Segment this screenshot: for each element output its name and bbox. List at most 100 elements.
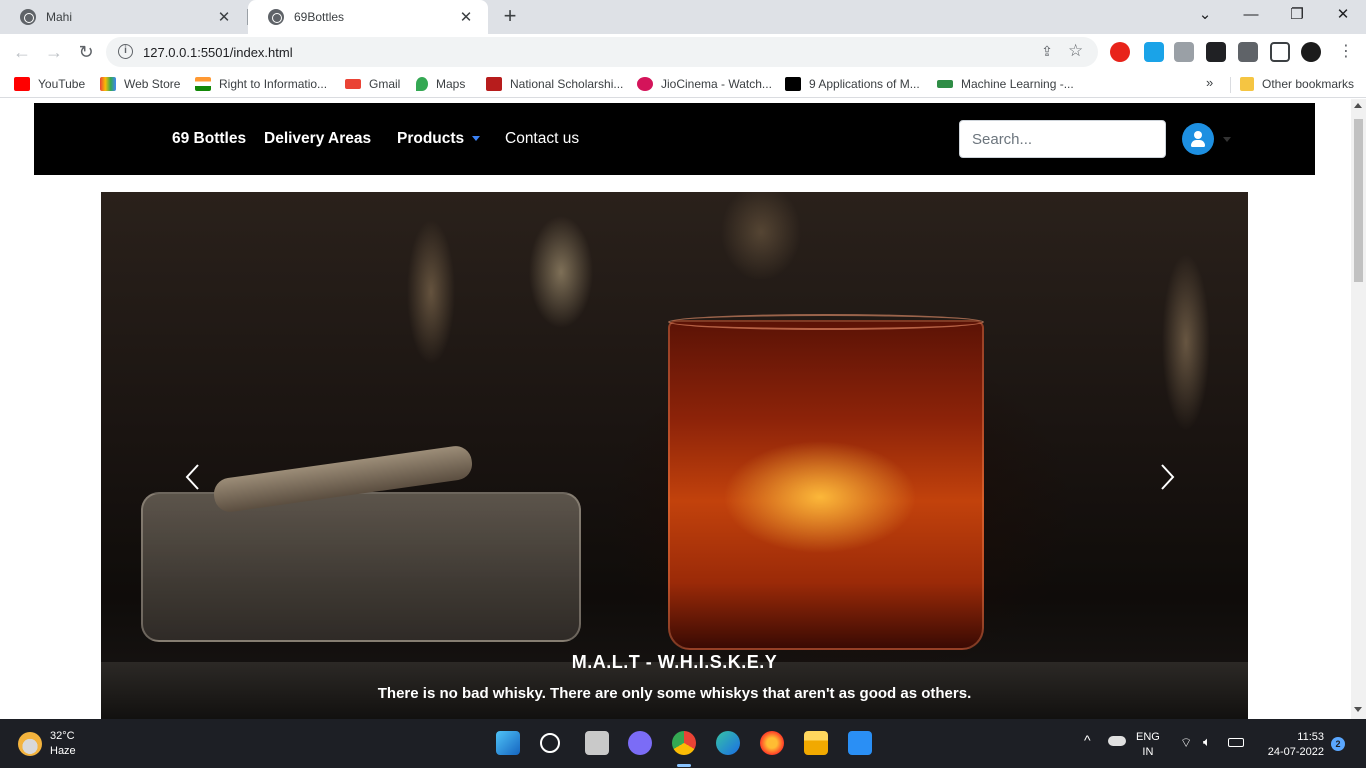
screenshot-extension-icon[interactable] — [1174, 42, 1194, 62]
weather-haze-icon — [18, 732, 42, 756]
weather-widget[interactable]: 32°C Haze — [18, 729, 76, 759]
translate-extension-icon[interactable] — [1144, 42, 1164, 62]
back-button[interactable]: ← — [10, 40, 34, 64]
tab-close-icon[interactable]: ✕ — [216, 8, 232, 26]
language-indicator[interactable]: ENG IN — [1136, 730, 1160, 760]
bookmark-machine-learning[interactable]: Machine Learning -... — [937, 75, 1074, 93]
bookmark-label: Machine Learning -... — [961, 77, 1074, 91]
bookmarks-separator — [1230, 77, 1231, 93]
other-bookmarks[interactable]: Other bookmarks — [1240, 75, 1354, 93]
clock-date: 24-07-2022 — [1267, 746, 1324, 758]
bookmark-national-scholarship[interactable]: National Scholarshi... — [486, 75, 623, 93]
user-menu-caret-icon[interactable] — [1223, 137, 1231, 142]
scroll-down-icon[interactable] — [1354, 707, 1362, 712]
bookmark-gmail[interactable]: Gmail — [345, 75, 400, 93]
carousel-image-whisky-glass — [668, 320, 984, 650]
caption-text: There is no bad whisky. There are only s… — [377, 685, 972, 702]
volume-icon[interactable]: 🔈︎ — [1203, 734, 1211, 749]
bookmark-label: Maps — [436, 77, 466, 91]
adblock-extension-icon[interactable] — [1110, 42, 1130, 62]
battery-icon[interactable] — [1228, 738, 1244, 747]
bookmark-jiocinema[interactable]: JioCinema - Watch... — [637, 75, 772, 93]
carousel-image-glass-rim — [668, 314, 984, 330]
teams-chat-icon[interactable] — [628, 731, 652, 755]
search-icon[interactable] — [540, 733, 560, 753]
globe-icon — [268, 9, 284, 25]
globe-icon — [20, 9, 36, 25]
puzzle-extensions-icon[interactable] — [1238, 42, 1258, 62]
bookmarks-bar: YouTube Web Store Right to Informatio...… — [0, 70, 1366, 98]
tab-title: 69Bottles — [294, 10, 345, 24]
site-info-icon[interactable]: i — [118, 44, 133, 59]
profile-avatar[interactable] — [1301, 42, 1321, 62]
tab-69bottles[interactable]: 69Bottles ✕ — [248, 0, 488, 34]
hero-carousel: M.A.L.T - W.H.I.S.K.E.Y There is no bad … — [101, 192, 1248, 719]
bookmark-star-icon[interactable]: ☆ — [1068, 41, 1083, 61]
tab-search-icon[interactable]: ⌄ — [1182, 0, 1228, 30]
page-viewport: 69 Bottles Delivery Areas Products Conta… — [0, 99, 1351, 719]
forward-button[interactable]: → — [42, 40, 66, 64]
task-view-icon[interactable] — [585, 731, 609, 755]
nav-contact-us[interactable]: Contact us — [505, 130, 579, 148]
restore-button[interactable]: ❐ — [1274, 0, 1320, 30]
brand-link[interactable]: 69 Bottles — [172, 130, 246, 148]
language-code: ENG — [1136, 731, 1160, 743]
medium-icon — [785, 77, 801, 91]
bookmark-youtube[interactable]: YouTube — [14, 75, 85, 93]
vscode-icon[interactable] — [848, 731, 872, 755]
clock[interactable]: 11:53 24-07-2022 — [1258, 730, 1324, 760]
nav-delivery-areas[interactable]: Delivery Areas — [264, 130, 371, 148]
india-flag-icon — [195, 77, 211, 91]
side-panel-icon[interactable] — [1270, 42, 1290, 62]
page-scrollbar[interactable] — [1351, 99, 1366, 719]
share-icon[interactable]: ⇪ — [1038, 43, 1056, 61]
url-text[interactable]: 127.0.0.1:5501/index.html — [143, 45, 293, 60]
chrome-icon[interactable] — [672, 731, 696, 755]
scrollbar-thumb[interactable] — [1354, 119, 1363, 282]
bookmark-label: JioCinema - Watch... — [661, 77, 772, 91]
bookmark-label: Right to Informatio... — [219, 77, 328, 91]
address-bar[interactable]: i 127.0.0.1:5501/index.html ⇪ ☆ — [106, 37, 1098, 67]
carousel-prev-icon[interactable] — [179, 462, 209, 492]
clock-time: 11:53 — [1297, 731, 1324, 743]
notification-badge[interactable]: 2 — [1331, 737, 1345, 751]
start-icon[interactable] — [496, 731, 520, 755]
scholarship-icon — [486, 77, 502, 91]
jiocinema-icon — [637, 77, 653, 91]
bookmark-label: Gmail — [369, 77, 401, 91]
folder-icon — [1240, 77, 1254, 91]
edge-icon[interactable] — [716, 731, 740, 755]
user-avatar-icon[interactable] — [1182, 123, 1214, 155]
caption-title: M.A.L.T - W.H.I.S.K.E.Y — [571, 652, 778, 672]
bookmark-rti[interactable]: Right to Informatio... — [195, 75, 327, 93]
tab-close-icon[interactable]: ✕ — [458, 8, 474, 26]
onedrive-cloud-icon[interactable] — [1108, 736, 1126, 746]
window-close-button[interactable]: ✕ — [1320, 0, 1366, 30]
bookmark-medium[interactable]: 9 Applications of M... — [785, 75, 920, 93]
weather-description: Haze — [50, 745, 76, 757]
bookmark-label: Web Store — [124, 77, 181, 91]
bookmark-label: Other bookmarks — [1262, 77, 1355, 91]
firefox-icon[interactable] — [760, 731, 784, 755]
carousel-next-icon[interactable] — [1151, 462, 1181, 492]
file-explorer-icon[interactable] — [804, 731, 828, 755]
scroll-up-icon[interactable] — [1354, 103, 1362, 108]
reload-button[interactable]: ↻ — [74, 40, 98, 64]
products-caret-icon[interactable] — [472, 136, 480, 141]
bookmark-maps[interactable]: Maps — [416, 75, 465, 93]
new-tab-button[interactable]: + — [498, 4, 522, 28]
kebab-menu-icon[interactable]: ⋮ — [1334, 40, 1358, 64]
bookmarks-overflow-button[interactable]: » — [1206, 75, 1213, 90]
tab-mahi[interactable]: Mahi ✕ — [0, 0, 246, 34]
bookmark-web-store[interactable]: Web Store — [100, 75, 180, 93]
tray-overflow-icon[interactable]: ^ — [1084, 733, 1091, 748]
nav-products-dropdown[interactable]: Products — [397, 130, 464, 148]
windows-taskbar: 32°C Haze ^ ENG IN ⌔ 🔈︎ 11:53 24-07-2022… — [0, 719, 1366, 768]
extension-icon[interactable] — [1206, 42, 1226, 62]
search-input[interactable] — [959, 120, 1166, 158]
carousel-image-ashtray — [141, 492, 581, 642]
minimize-button[interactable]: — — [1228, 0, 1274, 30]
wifi-icon[interactable]: ⌔ — [1180, 735, 1192, 750]
youtube-icon — [14, 77, 30, 91]
region-code: IN — [1142, 746, 1154, 758]
